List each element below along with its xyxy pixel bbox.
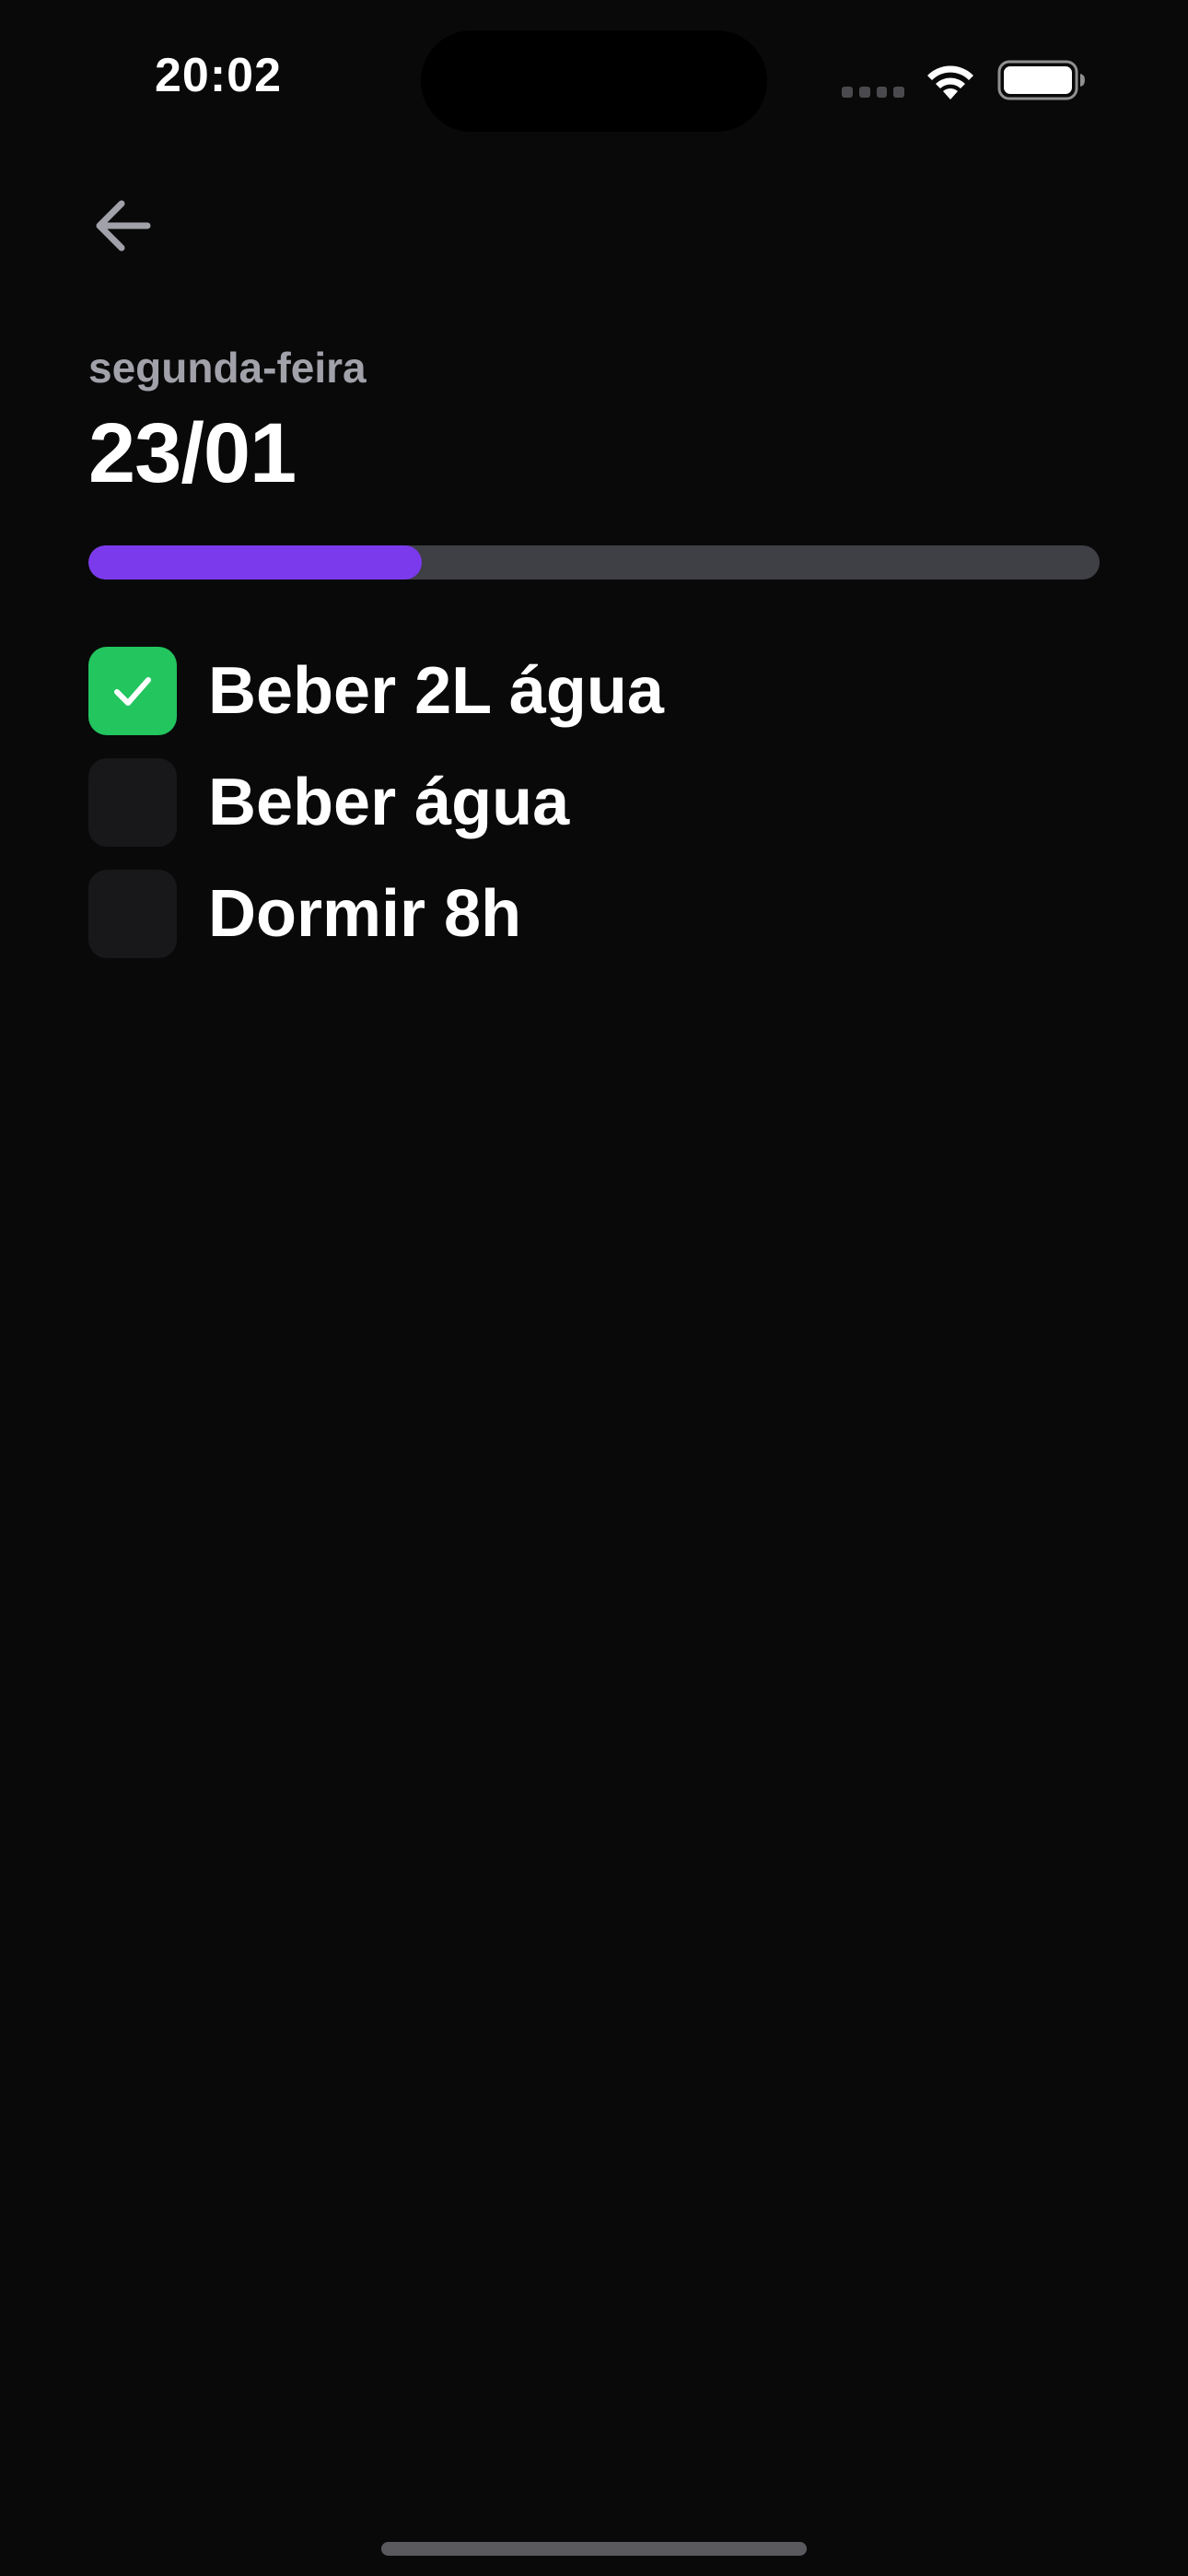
habit-label: Beber 2L água bbox=[208, 654, 664, 728]
habit-item[interactable]: Beber água bbox=[88, 758, 1100, 847]
status-time: 20:02 bbox=[155, 49, 282, 102]
dynamic-island bbox=[421, 30, 767, 132]
progress-bar bbox=[88, 545, 1100, 580]
cellular-signal-icon bbox=[842, 87, 904, 98]
habit-item[interactable]: Beber 2L água bbox=[88, 647, 1100, 735]
check-icon bbox=[114, 677, 151, 706]
home-indicator[interactable] bbox=[381, 2542, 807, 2556]
back-button[interactable] bbox=[88, 184, 177, 267]
habit-list: Beber 2L água Beber água Dormir 8h bbox=[88, 647, 1100, 981]
habit-label: Beber água bbox=[208, 766, 570, 839]
arrow-left-icon bbox=[96, 200, 151, 252]
wifi-icon bbox=[927, 65, 973, 100]
weekday-label: segunda-feira bbox=[88, 344, 367, 392]
habit-checkbox[interactable] bbox=[88, 758, 177, 847]
habit-day-screen: 20:02 segunda-feira 23/01 Beber 2L água B… bbox=[0, 0, 1188, 2576]
habit-checkbox-checked[interactable] bbox=[88, 647, 177, 735]
habit-checkbox[interactable] bbox=[88, 870, 177, 958]
date-title: 23/01 bbox=[88, 406, 297, 500]
battery-full-icon bbox=[997, 60, 1085, 100]
habit-label: Dormir 8h bbox=[208, 877, 522, 951]
habit-item[interactable]: Dormir 8h bbox=[88, 870, 1100, 958]
progress-bar-fill bbox=[88, 545, 423, 580]
